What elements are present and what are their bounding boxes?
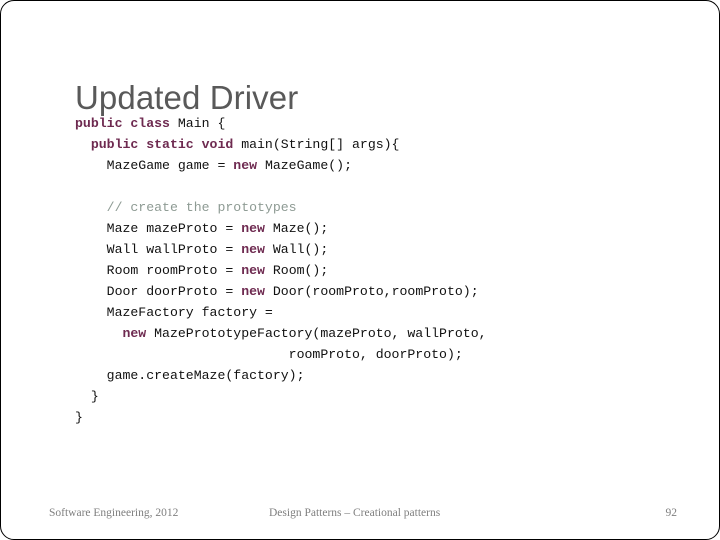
code-token-plain: main(String[] args){: [233, 137, 400, 152]
code-token-kw: new: [122, 326, 147, 341]
code-token-plain: MazeGame game =: [75, 158, 234, 173]
code-token-plain: }: [75, 410, 83, 425]
code-token-plain: Door doorProto =: [75, 284, 242, 299]
code-line: MazeFactory factory =: [75, 302, 655, 323]
footer-course-label: Software Engineering, 2012: [49, 507, 179, 519]
code-token-kw: new: [241, 242, 265, 257]
code-token-plain: MazePrototypeFactory(mazeProto, wallProt…: [146, 326, 487, 341]
code-token-plain: Door(roomProto,roomProto);: [264, 284, 479, 299]
code-token-kw: public static void: [90, 137, 234, 152]
code-token-plain: roomProto, doorProto);: [75, 347, 463, 362]
slide-footer: Software Engineering, 2012 Design Patter…: [1, 507, 719, 525]
footer-topic-label: Design Patterns – Creational patterns: [269, 507, 441, 519]
code-line: }: [75, 407, 655, 428]
page-title: Updated Driver: [75, 79, 299, 117]
code-line: Wall wallProto = new Wall();: [75, 239, 655, 260]
code-token-kw: new: [241, 284, 265, 299]
code-token-plain: Wall wallProto =: [75, 242, 242, 257]
code-line: MazeGame game = new MazeGame();: [75, 155, 655, 176]
code-token-plain: Maze();: [264, 221, 329, 236]
code-line: public static void main(String[] args){: [75, 134, 655, 155]
code-line: game.createMaze(factory);: [75, 365, 655, 386]
code-token-plain: Room();: [264, 263, 329, 278]
code-token-plain: game.createMaze(factory);: [75, 368, 305, 383]
code-token-kw: new: [241, 263, 265, 278]
code-line: roomProto, doorProto);: [75, 344, 655, 365]
code-line: public class Main {: [75, 113, 655, 134]
code-token-plain: Room roomProto =: [75, 263, 242, 278]
code-token-plain: Main {: [169, 116, 226, 131]
code-token-kw: new: [233, 158, 258, 173]
code-token-plain: }: [75, 389, 99, 404]
slide-canvas: Updated Driver public class Main { publi…: [0, 0, 720, 540]
footer-page-number: 92: [665, 507, 678, 519]
code-line: Room roomProto = new Room();: [75, 260, 655, 281]
code-token-cmt: // create the prototypes: [106, 200, 297, 215]
code-line: // create the prototypes: [75, 197, 655, 218]
code-line: new MazePrototypeFactory(mazeProto, wall…: [75, 323, 655, 344]
code-line: }: [75, 386, 655, 407]
code-line: Door doorProto = new Door(roomProto,room…: [75, 281, 655, 302]
code-token-plain: MazeGame();: [257, 158, 352, 173]
code-token-plain: MazeFactory factory =: [75, 305, 273, 320]
code-token-plain: Maze mazeProto =: [75, 221, 242, 236]
code-token-plain: Wall();: [264, 242, 329, 257]
code-token-kw: new: [241, 221, 265, 236]
code-token-kw: public class: [75, 116, 170, 131]
code-listing: public class Main { public static void m…: [75, 113, 655, 428]
code-line: Maze mazeProto = new Maze();: [75, 218, 655, 239]
